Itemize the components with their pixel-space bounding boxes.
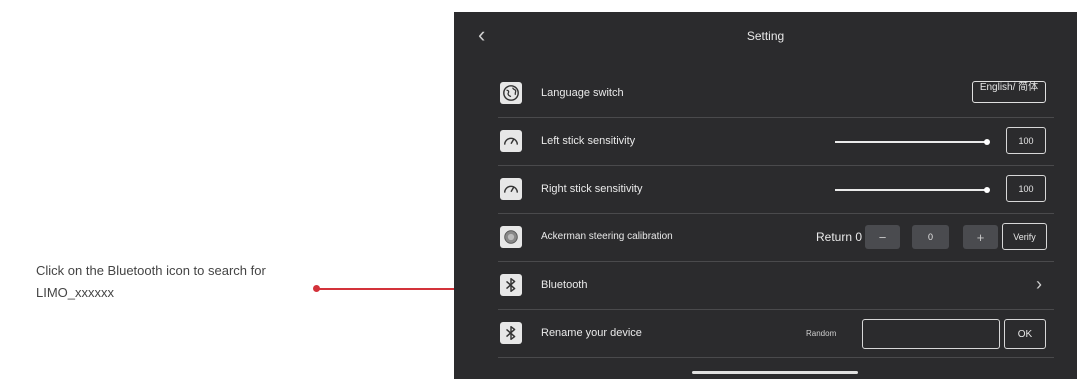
language-switch-label: Language switch	[541, 87, 624, 99]
left-stick-slider-knob[interactable]	[984, 139, 990, 145]
row-rename-device: Rename your device Random OK	[498, 310, 1054, 358]
increment-button[interactable]: +	[963, 225, 998, 249]
ok-button[interactable]: OK	[1004, 319, 1046, 349]
bluetooth-label: Bluetooth	[541, 279, 588, 291]
rename-label: Rename your device	[541, 327, 642, 339]
page-title: Setting	[746, 29, 785, 43]
left-stick-label: Left stick sensitivity	[541, 135, 636, 147]
home-indicator	[692, 371, 858, 374]
right-stick-slider-knob[interactable]	[984, 187, 990, 193]
verify-button[interactable]: Verify	[1002, 223, 1047, 250]
language-toggle-button[interactable]: English/ 简体	[972, 81, 1046, 103]
calibration-value: 0	[912, 225, 949, 249]
return-zero-label: Return 0	[816, 230, 863, 244]
chevron-right-icon[interactable]: ›	[1036, 274, 1042, 295]
settings-screen: ‹ Setting Language switch English/ 简体 Le…	[454, 12, 1077, 379]
bluetooth-icon	[500, 322, 522, 344]
random-button[interactable]: Random	[806, 329, 836, 338]
row-language-switch: Language switch English/ 简体	[498, 70, 1054, 118]
gauge-icon	[500, 130, 522, 152]
row-left-stick: Left stick sensitivity 100	[498, 118, 1054, 166]
right-stick-slider[interactable]	[835, 187, 990, 193]
row-right-stick: Right stick sensitivity 100	[498, 166, 1054, 214]
device-name-input[interactable]	[862, 319, 1000, 349]
left-stick-slider[interactable]	[835, 139, 990, 145]
ackerman-label: Ackerman steering calibration	[541, 231, 673, 242]
row-bluetooth[interactable]: Bluetooth ›	[498, 262, 1054, 310]
right-stick-value[interactable]: 100	[1006, 175, 1046, 202]
right-stick-label: Right stick sensitivity	[541, 183, 643, 195]
gauge-icon	[500, 178, 522, 200]
left-stick-value[interactable]: 100	[1006, 127, 1046, 154]
globe-icon	[500, 82, 522, 104]
top-bar: ‹ Setting	[454, 12, 1077, 60]
steering-icon	[500, 226, 522, 248]
decrement-button[interactable]: −	[865, 225, 900, 249]
row-ackerman-calibration: Ackerman steering calibration Return 0 −…	[498, 214, 1054, 262]
bluetooth-icon[interactable]	[500, 274, 522, 296]
annotation-text: Click on the Bluetooth icon to search fo…	[36, 263, 266, 300]
